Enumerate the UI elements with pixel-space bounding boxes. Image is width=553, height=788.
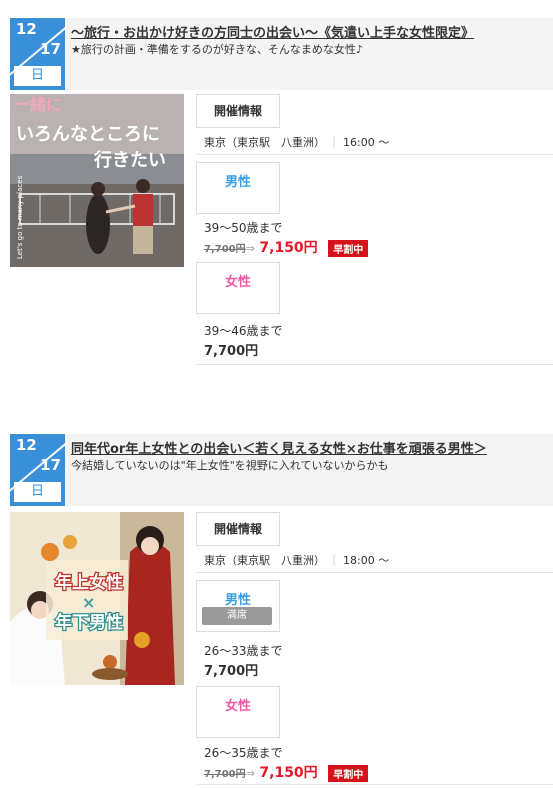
male-box[interactable]: 男性: [196, 162, 280, 214]
male-sale-price: 7,150円: [259, 240, 318, 256]
photo-text-line3: 行きたい: [93, 149, 166, 171]
arrow: ⇒: [245, 242, 255, 255]
date-day: 17: [40, 40, 61, 58]
photo-text-line3: 年下男性: [55, 612, 123, 633]
female-box[interactable]: 女性: [196, 686, 280, 738]
male-age: 26〜33歳まで: [204, 644, 283, 658]
start-time: 18:00 〜: [343, 554, 390, 567]
male-price: 7,700円: [204, 664, 259, 679]
venue: 東京（東京駅 八重洲）: [204, 136, 325, 149]
date-badge: 12 17 日: [10, 434, 65, 506]
date-month: 12: [16, 436, 37, 454]
start-time: 16:00 〜: [343, 136, 390, 149]
photo-text-line1: 年上女性: [55, 572, 123, 593]
date-weekday: 日: [14, 66, 61, 86]
female-label: 女性: [224, 275, 251, 290]
male-label: 男性: [224, 593, 251, 608]
venue: 東京（東京駅 八重洲）: [204, 554, 325, 567]
date-badge: 12 17 日: [10, 18, 65, 90]
event-title-link[interactable]: 同年代or年上女性との出会い＜若く見える女性×お仕事を頑張る男性＞: [71, 438, 551, 457]
male-age: 39〜50歳まで: [204, 221, 283, 235]
female-box[interactable]: 女性: [196, 262, 280, 314]
event-header: 12 17 日 〜旅行・お出かけ好きの方同士の出会い〜《気遣い上手な女性限定》 …: [10, 18, 553, 90]
female-price: 7,700円⇒ 7,150円 早割中: [204, 762, 369, 782]
event-photo[interactable]: 一緒に いろんなところに 行きたい Let's go to many place…: [10, 94, 184, 267]
date-day: 17: [40, 456, 61, 474]
male-label: 男性: [224, 175, 251, 190]
male-price: 7,700円⇒ 7,150円 早割中: [204, 237, 369, 257]
photo-side-text: Let's go to many places: [16, 175, 24, 259]
event-header: 12 17 日 同年代or年上女性との出会い＜若く見える女性×お仕事を頑張る男性…: [10, 434, 553, 506]
female-price: 7,700円: [204, 344, 259, 359]
female-old-price: 7,700円: [204, 769, 246, 780]
event-photo[interactable]: 年上女性 × 年下男性: [10, 512, 184, 685]
male-old-price: 7,700円: [204, 244, 246, 255]
full-status-badge: 満席: [202, 607, 272, 625]
female-age: 39〜46歳まで: [204, 324, 283, 338]
photo-text-line2: いろんなところに: [16, 124, 160, 145]
info-button[interactable]: 開催情報: [196, 94, 280, 128]
early-discount-badge: 早割中: [328, 765, 369, 782]
female-age: 26〜35歳まで: [204, 746, 283, 760]
event-title-link[interactable]: 〜旅行・お出かけ好きの方同士の出会い〜《気遣い上手な女性限定》: [71, 22, 551, 41]
info-button[interactable]: 開催情報: [196, 512, 280, 546]
arrow: ⇒: [245, 767, 255, 780]
venue-time: 東京（東京駅 八重洲） ｜ 18:00 〜: [204, 554, 390, 567]
event-subtitle: 今結婚していないのは"年上女性"を視野に入れていないからかも: [71, 459, 389, 472]
event-subtitle: ★旅行の計画・準備をするのが好きな、そんなまめな女性♪: [71, 43, 363, 56]
male-box[interactable]: 男性 満席: [196, 580, 280, 632]
date-weekday: 日: [14, 482, 61, 502]
photo-text-line1: 一緒に: [14, 95, 62, 114]
female-sale-price: 7,150円: [259, 765, 318, 781]
female-label: 女性: [224, 699, 251, 714]
photo-text-line2: ×: [82, 593, 95, 612]
date-month: 12: [16, 20, 37, 38]
venue-time: 東京（東京駅 八重洲） ｜ 16:00 〜: [204, 136, 390, 149]
early-discount-badge: 早割中: [328, 240, 369, 257]
